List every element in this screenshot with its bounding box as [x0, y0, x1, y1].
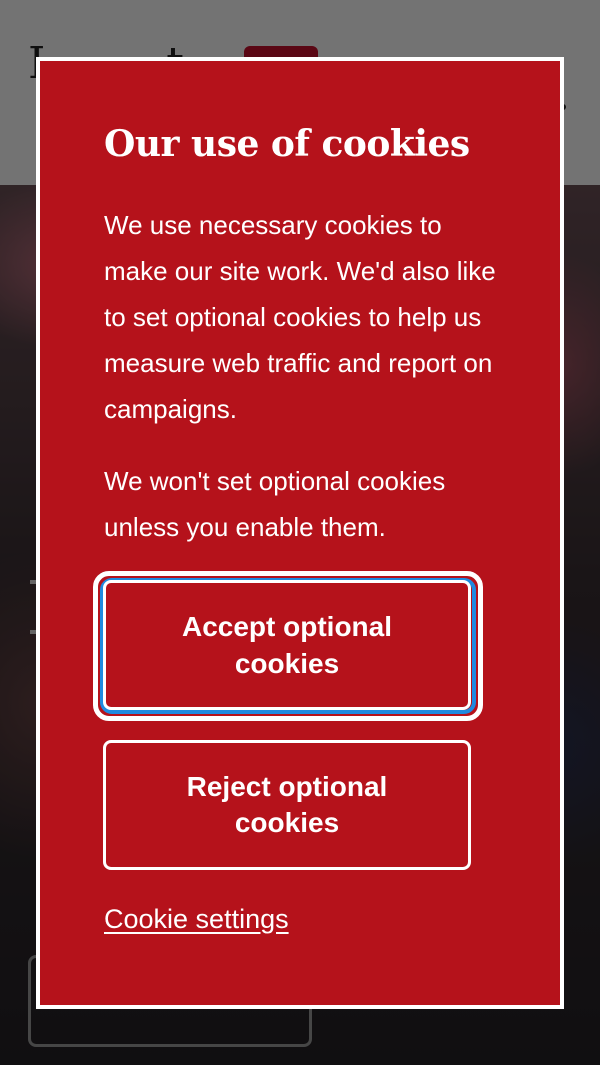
- dialog-note: We won't set optional cookies unless you…: [104, 466, 446, 542]
- accept-optional-cookies-button[interactable]: Accept optional cookies: [103, 580, 471, 710]
- dialog-title: Our use of cookies: [104, 123, 470, 165]
- reject-optional-cookies-button[interactable]: Reject optional cookies: [103, 740, 471, 870]
- cookie-settings-link[interactable]: Cookie settings: [104, 904, 289, 935]
- dialog-description: We use necessary cookies to make our sit…: [104, 210, 496, 424]
- cookie-dialog: Our use of cookies We use necessary cook…: [36, 57, 564, 1009]
